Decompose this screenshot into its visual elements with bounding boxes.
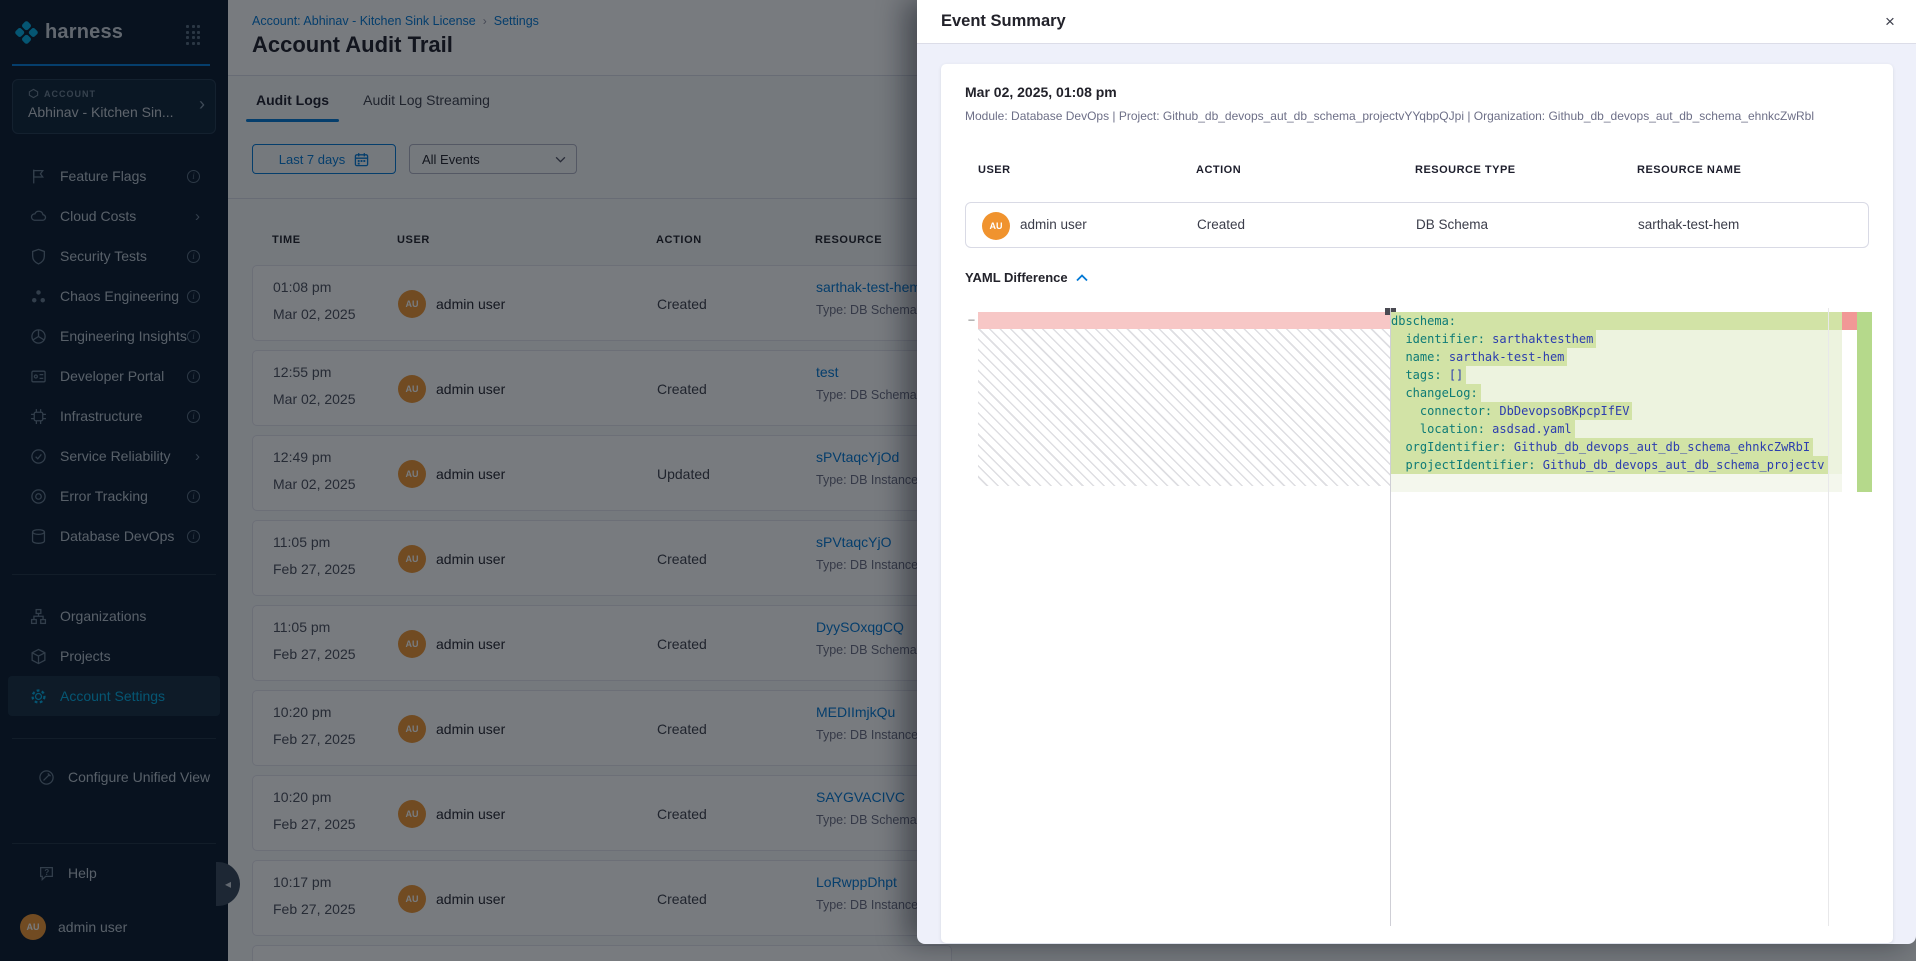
yaml-key: changeLog:	[1405, 386, 1477, 400]
yaml-key: connector:	[1420, 404, 1492, 418]
yaml-value: DbDevopsoBKpcpIfEV	[1499, 404, 1629, 418]
summary-action: Created	[1197, 217, 1245, 232]
yaml-value: asdsad.yaml	[1492, 422, 1571, 436]
yaml-line: connector: DbDevopsoBKpcpIfEV	[1391, 402, 1842, 420]
event-timestamp: Mar 02, 2025, 01:08 pm	[965, 84, 1117, 100]
yaml-difference-toggle[interactable]: YAML Difference	[965, 270, 1088, 285]
yaml-key: orgIdentifier:	[1405, 440, 1506, 454]
drawer-title: Event Summary	[941, 12, 1066, 31]
yaml-value: Github_db_devops_aut_db_schema_projectv	[1543, 458, 1825, 472]
yaml-line: projectIdentifier: Github_db_devops_aut_…	[1391, 456, 1842, 474]
overview-ruler-removed[interactable]	[1842, 312, 1857, 330]
yaml-key: identifier:	[1405, 332, 1484, 346]
yaml-difference-label: YAML Difference	[965, 270, 1068, 285]
avatar: AU	[982, 212, 1010, 240]
yaml-value: []	[1449, 368, 1463, 382]
yaml-key: name:	[1405, 350, 1441, 364]
diff-removed-marker: −	[965, 312, 978, 329]
event-card: Mar 02, 2025, 01:08 pm Module: Database …	[941, 64, 1893, 943]
yaml-value: sarthaktesthem	[1492, 332, 1593, 346]
yaml-line: location: asdsad.yaml	[1391, 420, 1842, 438]
chevron-up-icon	[1076, 274, 1088, 282]
yaml-key: projectIdentifier:	[1405, 458, 1535, 472]
event-summary-drawer: Event Summary × Mar 02, 2025, 01:08 pm M…	[917, 0, 1916, 944]
column-header-resource-type: RESOURCE TYPE	[1415, 164, 1516, 176]
yaml-key: location:	[1420, 422, 1485, 436]
yaml-line	[1391, 474, 1842, 492]
column-header-resource-name: RESOURCE NAME	[1637, 164, 1741, 176]
close-icon[interactable]: ×	[1878, 10, 1902, 34]
summary-user: admin user	[1020, 217, 1087, 232]
yaml-value: Github_db_devops_aut_db_schema_ehnkcZwRb…	[1514, 440, 1810, 454]
app-window: harness ACCOUNT Abhinav - Kitchen Sin...…	[0, 0, 1916, 961]
yaml-line: tags: []	[1391, 366, 1842, 384]
yaml-value: sarthak-test-hem	[1449, 350, 1565, 364]
yaml-diff-editor: − ++++++++++ dbschema: identifier: sarth…	[965, 308, 1872, 926]
column-header-action: ACTION	[1196, 164, 1241, 176]
yaml-line: orgIdentifier: Github_db_devops_aut_db_s…	[1391, 438, 1842, 456]
drawer-header: Event Summary ×	[917, 0, 1916, 44]
yaml-line: identifier: sarthaktesthem	[1391, 330, 1842, 348]
summary-resource-name: sarthak-test-hem	[1638, 217, 1739, 232]
diff-empty-region	[978, 329, 1390, 486]
diff-editor-edge	[1828, 308, 1829, 926]
yaml-line: changeLog:	[1391, 384, 1842, 402]
yaml-key: dbschema:	[1391, 314, 1456, 328]
column-header-user: USER	[978, 164, 1011, 176]
diff-removed-line	[978, 312, 1390, 329]
diff-added-lines: dbschema: identifier: sarthaktesthem nam…	[1391, 312, 1842, 492]
yaml-line: dbschema:	[1391, 312, 1842, 330]
summary-table-row: AU admin user Created DB Schema sarthak-…	[965, 202, 1869, 248]
yaml-line: name: sarthak-test-hem	[1391, 348, 1842, 366]
yaml-key: tags:	[1405, 368, 1441, 382]
event-context: Module: Database DevOps | Project: Githu…	[965, 109, 1870, 123]
overview-ruler-added[interactable]	[1857, 312, 1872, 492]
summary-resource-type: DB Schema	[1416, 217, 1488, 232]
